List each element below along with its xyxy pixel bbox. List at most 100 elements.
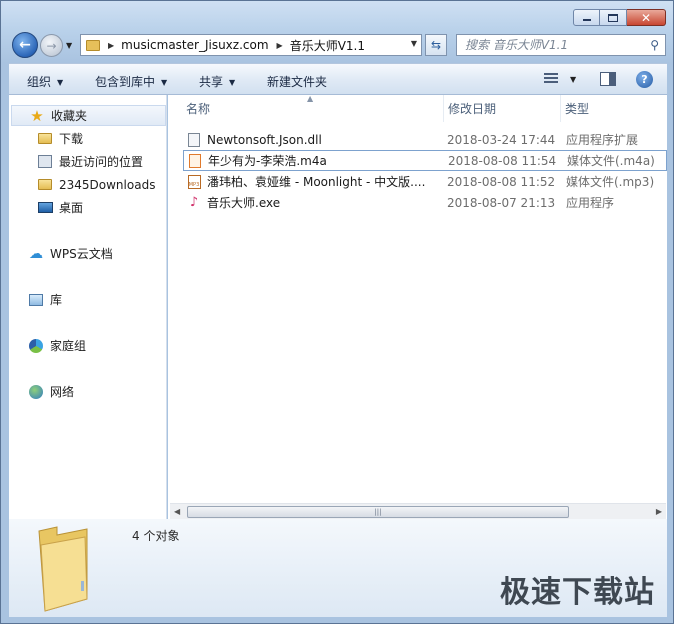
desktop-icon (37, 201, 53, 215)
search-input[interactable] (465, 38, 645, 52)
scroll-right-icon[interactable]: ▶ (656, 507, 662, 516)
explorer-window: ✕ ← → ▼ ▶ musicmaster_Jisuxz.com ▶ 音乐大师V… (0, 0, 674, 624)
star-icon: ★ (30, 106, 44, 125)
chevron-down-icon: ▼ (161, 78, 168, 87)
minimize-icon (582, 19, 591, 21)
file-date: 2018-08-07 21:13 (447, 195, 556, 210)
caption-buttons: ✕ (573, 9, 666, 26)
grip-icon: ||| (374, 508, 382, 516)
preview-pane-icon[interactable] (600, 72, 616, 86)
music-note-icon: ♪ (189, 195, 199, 210)
column-header-date[interactable]: 修改日期 (444, 95, 561, 122)
sidebar-item-recent-places[interactable]: 最近访问的位置 (37, 151, 143, 172)
folder-large-icon (38, 526, 88, 612)
chevron-down-icon: ▼ (229, 78, 236, 87)
item-count: 4 个对象 (132, 529, 180, 543)
help-label: ? (641, 73, 648, 86)
folder-icon (37, 178, 53, 192)
scrollbar-thumb[interactable]: ||| (187, 506, 569, 518)
breadcrumb-chevron-icon[interactable]: ▶ (277, 41, 283, 50)
chevron-down-icon: ▼ (57, 78, 64, 87)
file-row[interactable]: MP3 潘玮柏、袁娅维 - Moonlight - 中文版.... 2018-0… (183, 171, 667, 192)
file-type: 媒体文件(.mp3) (566, 175, 655, 189)
refresh-icon: ⇆ (430, 38, 442, 52)
file-name: 年少有为-李荣浩.m4a (208, 154, 327, 168)
breadcrumb-chevron-icon[interactable]: ▶ (108, 41, 114, 50)
sidebar-item-label: 家庭组 (50, 339, 87, 353)
sidebar-item-label: 收藏夹 (51, 109, 88, 123)
file-row[interactable]: ♪ 音乐大师.exe 2018-08-07 21:13 应用程序 (183, 192, 667, 213)
file-date: 2018-08-08 11:52 (447, 174, 556, 189)
back-arrow-icon: ← (19, 37, 31, 53)
change-view-icon[interactable] (544, 73, 558, 85)
sidebar-item-favorites[interactable]: ★ 收藏夹 (11, 105, 166, 126)
file-name: Newtonsoft.Json.dll (207, 132, 322, 147)
view-dropdown-icon[interactable]: ▼ (570, 75, 576, 84)
file-date: 2018-08-08 11:54 (448, 153, 557, 168)
horizontal-scrollbar[interactable]: ◀ ||| ▶ (170, 503, 666, 519)
file-type: 媒体文件(.m4a) (567, 154, 655, 168)
address-dropdown-icon[interactable]: ▼ (411, 39, 417, 48)
file-row[interactable]: 年少有为-李荣浩.m4a 2018-08-08 11:54 媒体文件(.m4a) (183, 150, 667, 171)
minimize-button[interactable] (573, 9, 600, 26)
file-type: 应用程序 (566, 196, 615, 210)
include-in-library-menu[interactable]: 包含到库中 ▼ (95, 73, 167, 90)
details-pane: 4 个对象 极速下载站 (9, 519, 667, 617)
share-label: 共享 (199, 75, 224, 89)
file-date: 2018-03-24 17:44 (447, 132, 556, 147)
cloud-icon: ☁ (29, 245, 43, 262)
homegroup-icon (28, 338, 44, 353)
command-bar: 组织 ▼ 包含到库中 ▼ 共享 ▼ 新建文件夹 ▼ ? (9, 63, 667, 95)
back-button[interactable]: ← (12, 32, 38, 58)
column-header-type[interactable]: 类型 (561, 95, 667, 122)
sidebar-item-libraries[interactable]: 库 (28, 289, 62, 310)
column-header-name[interactable]: 名称 (182, 95, 444, 122)
dll-file-icon (187, 132, 201, 147)
column-header-label: 类型 (565, 102, 590, 116)
close-button[interactable]: ✕ (627, 9, 666, 26)
sidebar-item-desktop[interactable]: 桌面 (37, 197, 83, 218)
sidebar-item-network[interactable]: 网络 (28, 381, 74, 402)
recent-pages-dropdown[interactable]: ▼ (66, 41, 72, 50)
sidebar-item-label: 2345Downloads (59, 177, 156, 192)
maximize-icon (608, 13, 618, 22)
scroll-left-icon[interactable]: ◀ (174, 507, 180, 516)
search-icon[interactable]: ⚲ (650, 38, 659, 52)
organize-menu[interactable]: 组织 ▼ (27, 73, 63, 90)
new-folder-label: 新建文件夹 (267, 75, 328, 89)
network-icon (28, 384, 44, 399)
sidebar-item-homegroup[interactable]: 家庭组 (28, 335, 86, 356)
sidebar-item-label: 桌面 (59, 201, 84, 215)
sidebar-item-label: 网络 (50, 385, 75, 399)
sidebar-item-wps-cloud[interactable]: ☁ WPS云文档 (28, 243, 113, 264)
file-name: 潘玮柏、袁娅维 - Moonlight - 中文版.... (207, 175, 426, 189)
sidebar-item-label: 下载 (59, 132, 84, 146)
close-icon: ✕ (640, 10, 652, 25)
file-row[interactable]: Newtonsoft.Json.dll 2018-03-24 17:44 应用程… (183, 129, 667, 150)
column-header-label: 名称 (186, 102, 211, 116)
maximize-button[interactable] (600, 9, 627, 26)
library-icon (28, 293, 44, 307)
file-type: 应用程序扩展 (566, 133, 639, 147)
breadcrumb-item[interactable]: 音乐大师V1.1 (290, 37, 365, 54)
column-header-label: 修改日期 (448, 102, 497, 116)
file-name: 音乐大师.exe (207, 196, 281, 210)
watermark-logo: 极速下载站 (500, 575, 655, 610)
share-menu[interactable]: 共享 ▼ (199, 73, 235, 90)
new-folder-button[interactable]: 新建文件夹 (267, 73, 327, 90)
breadcrumb-item[interactable]: musicmaster_Jisuxz.com (121, 38, 268, 52)
help-icon[interactable]: ? (636, 71, 653, 88)
search-box: ⚲ (456, 34, 666, 56)
recent-places-icon (37, 155, 53, 169)
sidebar-item-label: 库 (50, 293, 63, 307)
sidebar-item-downloads[interactable]: 下载 (37, 128, 83, 149)
organize-label: 组织 (27, 75, 52, 89)
forward-arrow-icon: → (46, 38, 57, 53)
forward-button[interactable]: → (40, 34, 63, 57)
file-list: ▲ 名称 修改日期 类型 Newtonsoft.Json.dll 2018-03… (168, 94, 667, 519)
refresh-button[interactable]: ⇆ (425, 34, 447, 56)
sidebar-item-2345downloads[interactable]: 2345Downloads (37, 174, 155, 195)
sidebar-item-label: WPS云文档 (50, 247, 113, 261)
sidebar-item-label: 最近访问的位置 (59, 155, 144, 169)
address-bar[interactable]: ▶ musicmaster_Jisuxz.com ▶ 音乐大师V1.1 ▼ (80, 34, 422, 56)
